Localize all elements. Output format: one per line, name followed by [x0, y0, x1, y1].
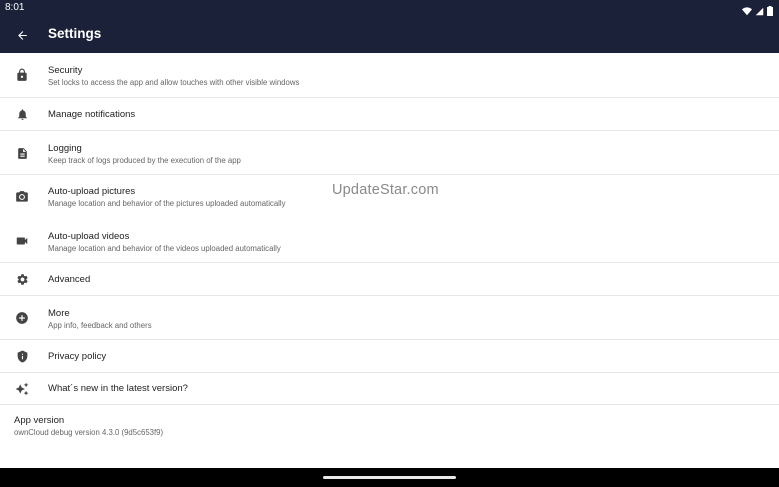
- settings-item-title: Advanced: [48, 274, 91, 285]
- page-title: Settings: [48, 26, 102, 41]
- shield-icon: [14, 348, 30, 364]
- settings-item-title: Security: [48, 65, 83, 76]
- settings-item-title: Privacy policy: [48, 351, 107, 362]
- sparkle-icon: [14, 381, 30, 397]
- status-bar: 8:01: [0, 0, 779, 16]
- app-version-value: ownCloud debug version 4.3.0 (9d5c653f9): [14, 428, 164, 437]
- app-bar: Settings: [0, 16, 779, 53]
- lock-icon: [14, 67, 30, 83]
- back-button[interactable]: [11, 24, 33, 46]
- status-time: 8:01: [5, 2, 25, 13]
- settings-item-title: Auto-upload videos: [48, 231, 130, 242]
- settings-item-title: Manage notifications: [48, 109, 136, 120]
- settings-item-subtitle: App info, feedback and others: [48, 321, 152, 330]
- settings-item-subtitle: Set locks to access the app and allow to…: [48, 78, 300, 87]
- watermark: UpdateStar.com: [332, 182, 439, 198]
- settings-item-title: What´s new in the latest version?: [48, 383, 188, 394]
- settings-item-logging[interactable]: Logging Keep track of logs produced by t…: [0, 131, 779, 175]
- video-icon: [14, 233, 30, 249]
- navigation-bar: [0, 468, 779, 487]
- gear-icon: [14, 271, 30, 287]
- settings-item-more[interactable]: More App info, feedback and others: [0, 296, 779, 340]
- settings-item-title: More: [48, 308, 70, 319]
- settings-item-privacy-policy[interactable]: Privacy policy: [0, 340, 779, 373]
- camera-icon: [14, 189, 30, 205]
- settings-list: Security Set locks to access the app and…: [0, 53, 779, 468]
- settings-item-whats-new[interactable]: What´s new in the latest version?: [0, 373, 779, 405]
- settings-item-security[interactable]: Security Set locks to access the app and…: [0, 53, 779, 98]
- gesture-handle[interactable]: [323, 476, 456, 479]
- settings-item-subtitle: Manage location and behavior of the vide…: [48, 244, 281, 253]
- settings-item-title: Auto-upload pictures: [48, 186, 136, 197]
- arrow-back-icon: [17, 30, 27, 40]
- settings-item-subtitle: Manage location and behavior of the pict…: [48, 199, 286, 208]
- settings-item-auto-upload-videos[interactable]: Auto-upload videos Manage location and b…: [0, 219, 779, 263]
- document-icon: [14, 145, 30, 161]
- settings-item-notifications[interactable]: Manage notifications: [0, 98, 779, 131]
- app-version-title: App version: [14, 415, 65, 426]
- bell-icon: [14, 106, 30, 122]
- plus-circle-icon: [14, 310, 30, 326]
- settings-item-subtitle: Keep track of logs produced by the execu…: [48, 156, 241, 165]
- settings-item-title: Logging: [48, 143, 82, 154]
- settings-item-advanced[interactable]: Advanced: [0, 263, 779, 296]
